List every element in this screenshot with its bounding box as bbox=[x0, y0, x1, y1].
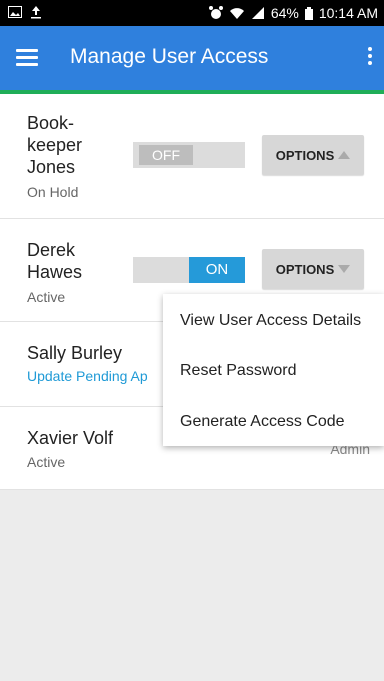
options-button[interactable]: OPTIONS bbox=[262, 249, 364, 289]
menu-item-view-details[interactable]: View User Access Details bbox=[180, 312, 361, 330]
access-toggle[interactable]: ON bbox=[133, 257, 245, 283]
user-name-line: Hawes bbox=[27, 262, 83, 282]
more-options-icon[interactable] bbox=[362, 44, 378, 72]
upload-icon bbox=[31, 6, 41, 19]
menu-item-reset-password[interactable]: Reset Password bbox=[180, 362, 297, 380]
user-name: Derek Hawes bbox=[27, 239, 82, 283]
options-label: OPTIONS bbox=[275, 147, 335, 163]
triangle-down-icon bbox=[338, 265, 351, 273]
options-dropdown-menu: View User Access Details Reset Password … bbox=[163, 294, 384, 446]
user-row[interactable]: Book- keeper Jones On Hold OFF OPTIONS bbox=[0, 94, 384, 219]
options-button[interactable]: OPTIONS bbox=[262, 135, 364, 175]
app-bar: Manage User Access bbox=[0, 26, 384, 90]
image-icon bbox=[8, 6, 22, 18]
user-name: Xavier Volf bbox=[27, 428, 114, 448]
battery-icon bbox=[304, 6, 313, 20]
alarm-icon bbox=[208, 6, 223, 19]
page-title: Manage User Access bbox=[70, 45, 269, 68]
user-name-line: Book- bbox=[27, 113, 75, 133]
status-left-icons bbox=[8, 5, 42, 19]
menu-item-generate-code[interactable]: Generate Access Code bbox=[180, 413, 345, 431]
clock: 10:14 AM bbox=[318, 5, 378, 21]
wifi-icon bbox=[229, 8, 244, 19]
hamburger-menu-icon[interactable] bbox=[16, 46, 38, 70]
triangle-up-icon bbox=[338, 151, 351, 159]
user-name-line: Derek bbox=[27, 240, 76, 260]
status-bar: 64% 10:14 AM bbox=[0, 0, 384, 26]
toggle-label: OFF bbox=[139, 145, 193, 165]
user-status-link[interactable]: Update Pending Ap bbox=[27, 368, 148, 384]
user-name-line: Jones bbox=[27, 157, 76, 177]
access-toggle[interactable]: OFF bbox=[133, 142, 245, 168]
user-name: Book- keeper Jones bbox=[27, 112, 82, 178]
user-status: On Hold bbox=[27, 184, 79, 200]
user-name: Sally Burley bbox=[27, 343, 123, 363]
user-status: Active bbox=[27, 289, 66, 305]
signal-icon bbox=[251, 7, 264, 19]
options-label: OPTIONS bbox=[275, 261, 335, 277]
user-status: Active bbox=[27, 454, 66, 470]
user-name-line: keeper bbox=[27, 135, 83, 155]
status-right: 64% 10:14 AM bbox=[208, 5, 378, 21]
toggle-label: ON bbox=[189, 257, 245, 283]
battery-percent: 64% bbox=[270, 5, 299, 21]
